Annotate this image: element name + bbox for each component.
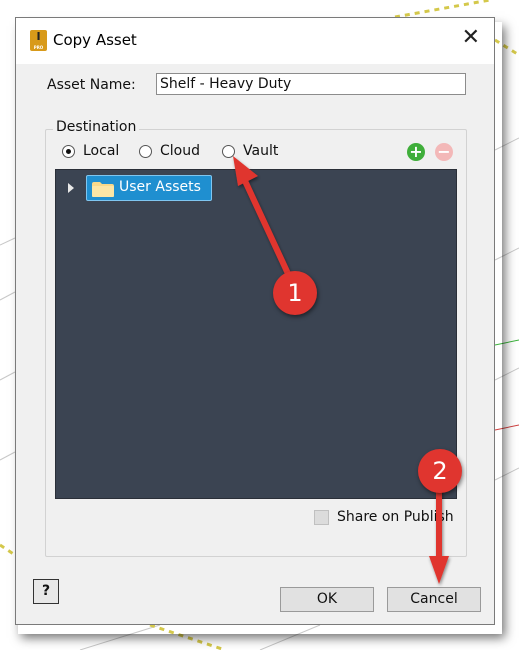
radio-vault-label: Vault: [243, 143, 279, 159]
destination-label: Destination: [53, 119, 140, 135]
tree-item-label: User Assets: [119, 179, 201, 195]
radio-local-label: Local: [83, 143, 120, 159]
annotation-badge-1: 1: [273, 271, 317, 315]
radio-vault-button[interactable]: [222, 145, 235, 158]
asset-name-label: Asset Name:: [47, 77, 136, 93]
help-button[interactable]: ?: [33, 579, 59, 604]
remove-location-icon[interactable]: −: [435, 143, 453, 161]
share-on-publish-label: Share on Publish: [337, 509, 454, 525]
radio-local-button[interactable]: [62, 145, 75, 158]
tree-item-user-assets[interactable]: User Assets: [86, 175, 212, 201]
close-icon[interactable]: ✕: [462, 27, 480, 49]
asset-name-input[interactable]: [156, 73, 466, 95]
radio-cloud-label: Cloud: [160, 143, 200, 159]
cancel-button[interactable]: Cancel: [387, 587, 481, 612]
dialog-title: Copy Asset: [53, 31, 137, 49]
folder-icon: [92, 182, 114, 197]
add-location-icon[interactable]: +: [407, 143, 425, 161]
app-icon-letter: I: [36, 30, 41, 43]
title-bar: I PRO Copy Asset ✕: [16, 18, 494, 64]
radio-cloud-button[interactable]: [139, 145, 152, 158]
app-icon-sublabel: PRO: [33, 45, 44, 50]
ok-button[interactable]: OK: [280, 587, 374, 612]
share-on-publish-checkbox[interactable]: [314, 510, 329, 525]
inventor-app-icon: I PRO: [30, 30, 47, 51]
destination-tree[interactable]: User Assets: [55, 169, 457, 499]
expand-arrow-icon[interactable]: [68, 183, 74, 193]
annotation-badge-2: 2: [418, 449, 462, 493]
copy-asset-dialog: I PRO Copy Asset ✕ Asset Name: Destinati…: [15, 17, 495, 625]
